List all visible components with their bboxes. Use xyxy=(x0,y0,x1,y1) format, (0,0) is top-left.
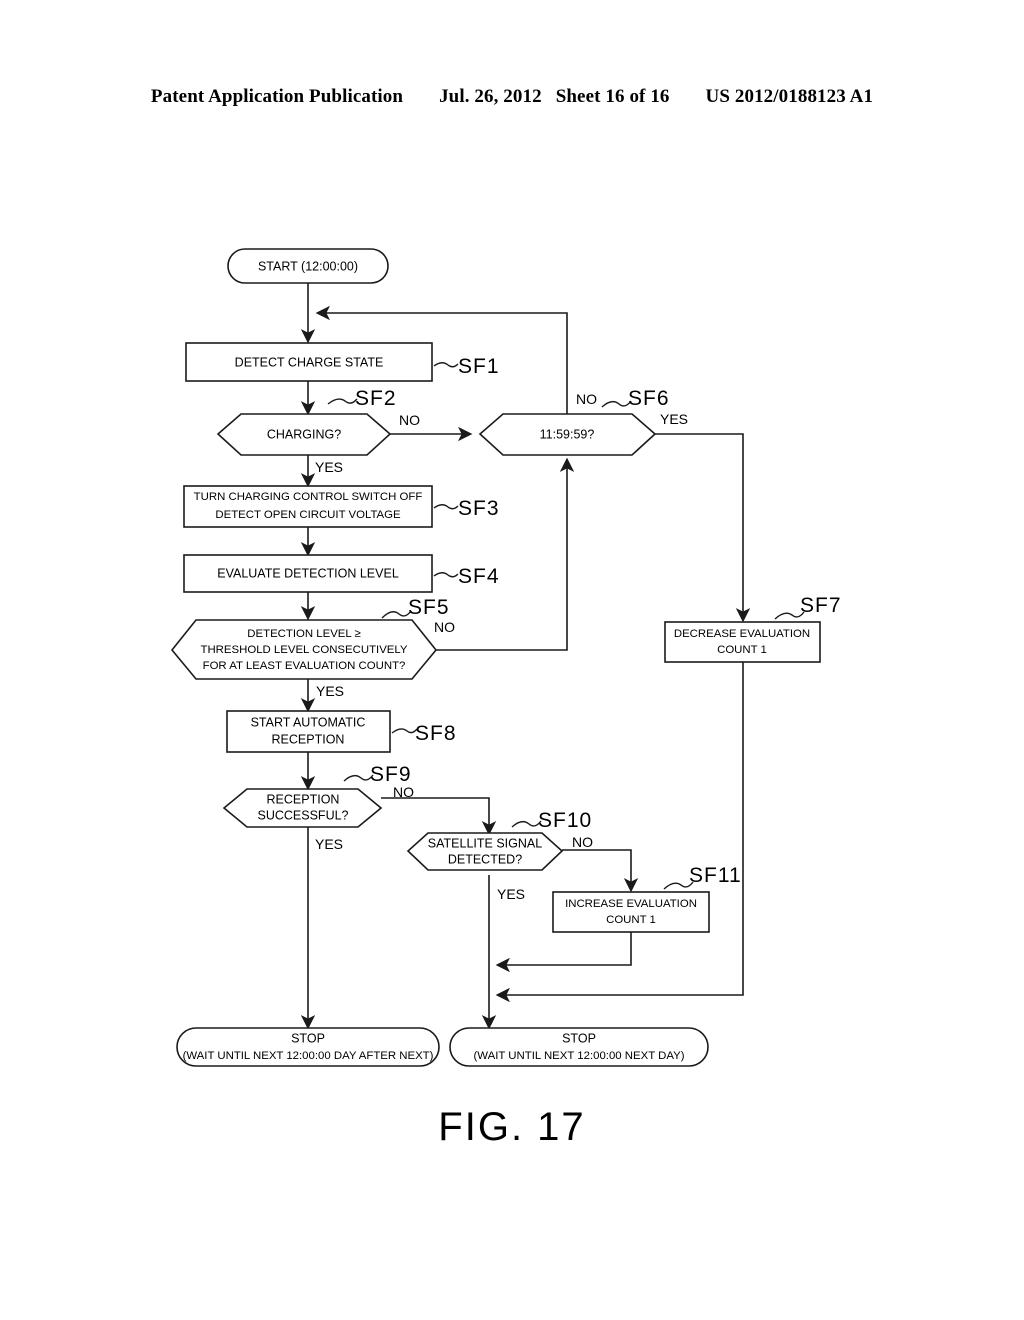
step-id-sf9: SF9 xyxy=(370,763,412,786)
figure-caption: FIG. 17 xyxy=(438,1105,586,1149)
node-sf11: INCREASE EVALUATION COUNT 1 SF11 xyxy=(552,864,742,933)
step-id-sf10: SF10 xyxy=(538,809,592,832)
step-id-sf8: SF8 xyxy=(415,722,457,745)
step-id-sf2: SF2 xyxy=(355,387,397,410)
node-stop-left: STOP (WAIT UNTIL NEXT 12:00:00 DAY AFTER… xyxy=(176,1027,440,1067)
step-id-sf11: SF11 xyxy=(689,864,742,887)
node-sf7-label-line2: COUNT 1 xyxy=(717,644,767,656)
step-id-sf7: SF7 xyxy=(800,594,842,617)
step-id-sf6: SF6 xyxy=(628,387,670,410)
node-sf7-label-line1: DECREASE EVALUATION xyxy=(674,628,810,640)
node-sf3-label-line2: DETECT OPEN CIRCUIT VOLTAGE xyxy=(215,509,401,521)
node-sf1-label: DETECT CHARGE STATE xyxy=(235,355,384,369)
leader-sf2 xyxy=(327,398,358,405)
edge-sf6-yes-to-sf7 xyxy=(655,433,751,623)
leader-sf3 xyxy=(433,504,459,510)
label-sf2-yes: YES xyxy=(315,459,343,475)
node-sf11-label-line2: COUNT 1 xyxy=(606,914,656,926)
edge-sf11-to-stop-right xyxy=(495,932,632,973)
label-sf5-yes: YES xyxy=(316,683,344,699)
node-stop-left-label-line1: STOP xyxy=(291,1031,325,1045)
leader-sf4 xyxy=(433,572,459,578)
label-sf10-yes: YES xyxy=(497,886,525,902)
step-id-sf5: SF5 xyxy=(408,596,450,619)
label-sf2-no: NO xyxy=(399,412,420,428)
label-sf10-no: NO xyxy=(572,834,593,850)
step-id-sf1: SF1 xyxy=(458,355,500,378)
label-sf9-no: NO xyxy=(393,784,414,800)
patent-figure-page: Patent Application Publication Jul. 26, … xyxy=(0,0,1024,1320)
node-sf3-label-line1: TURN CHARGING CONTROL SWITCH OFF xyxy=(194,491,423,503)
leader-sf5 xyxy=(381,610,412,619)
node-sf5-label-line1: DETECTION LEVEL ≥ xyxy=(247,628,360,640)
leader-sf9 xyxy=(343,774,374,782)
node-sf10: SATELLITE SIGNAL DETECTED? SF10 xyxy=(406,809,592,871)
node-sf9-label-line2: SUCCESSFUL? xyxy=(258,808,349,822)
node-stop-right-label-line2: (WAIT UNTIL NEXT 12:00:00 NEXT DAY) xyxy=(474,1050,685,1062)
node-start: START (12:00:00) xyxy=(227,248,389,284)
node-stop-right: STOP (WAIT UNTIL NEXT 12:00:00 NEXT DAY) xyxy=(449,1027,709,1067)
node-sf4: EVALUATE DETECTION LEVEL SF4 xyxy=(183,554,500,593)
label-sf6-no: NO xyxy=(576,391,597,407)
node-sf8-label-line2: RECEPTION xyxy=(272,732,345,746)
step-id-sf3: SF3 xyxy=(458,497,500,520)
node-sf9-label-line1: RECEPTION xyxy=(267,792,340,806)
step-id-sf4: SF4 xyxy=(458,565,500,588)
node-sf8-label-line1: START AUTOMATIC xyxy=(251,715,366,729)
node-sf7: DECREASE EVALUATION COUNT 1 SF7 xyxy=(664,594,842,663)
node-sf4-label: EVALUATE DETECTION LEVEL xyxy=(217,566,399,580)
leader-sf1 xyxy=(433,362,459,368)
edge-sf7-to-stop-right xyxy=(495,661,744,1003)
edge-sf10-no-to-sf11 xyxy=(562,849,639,893)
node-sf8: START AUTOMATIC RECEPTION SF8 xyxy=(226,710,457,753)
node-sf10-label-line2: DETECTED? xyxy=(448,852,522,866)
node-sf5-label-line2: THRESHOLD LEVEL CONSECUTIVELY xyxy=(201,644,408,656)
leader-sf8 xyxy=(391,728,418,734)
node-start-label: START (12:00:00) xyxy=(258,259,358,273)
node-stop-left-label-line2: (WAIT UNTIL NEXT 12:00:00 DAY AFTER NEXT… xyxy=(183,1050,434,1062)
label-sf9-yes: YES xyxy=(315,836,343,852)
leader-sf6 xyxy=(601,400,632,408)
node-sf1: DETECT CHARGE STATE SF1 xyxy=(185,342,500,382)
label-sf5-no: NO xyxy=(434,619,455,635)
node-sf11-label-line1: INCREASE EVALUATION xyxy=(565,898,697,910)
node-sf3: TURN CHARGING CONTROL SWITCH OFF DETECT … xyxy=(183,485,500,528)
node-sf9: RECEPTION SUCCESSFUL? SF9 xyxy=(222,763,412,828)
node-sf6-label: 11:59:59? xyxy=(540,427,595,441)
node-stop-right-label-line1: STOP xyxy=(562,1031,596,1045)
node-sf10-label-line1: SATELLITE SIGNAL xyxy=(428,836,542,850)
edge-sf9-no-to-sf10 xyxy=(381,797,497,836)
node-sf6: 11:59:59? SF6 xyxy=(478,387,670,456)
node-sf5-label-line3: FOR AT LEAST EVALUATION COUNT? xyxy=(203,660,406,672)
node-sf5: DETECTION LEVEL ≥ THRESHOLD LEVEL CONSEC… xyxy=(170,596,450,680)
label-sf6-yes: YES xyxy=(660,411,688,427)
node-sf2-label: CHARGING? xyxy=(267,427,341,441)
leader-sf10 xyxy=(511,820,542,828)
